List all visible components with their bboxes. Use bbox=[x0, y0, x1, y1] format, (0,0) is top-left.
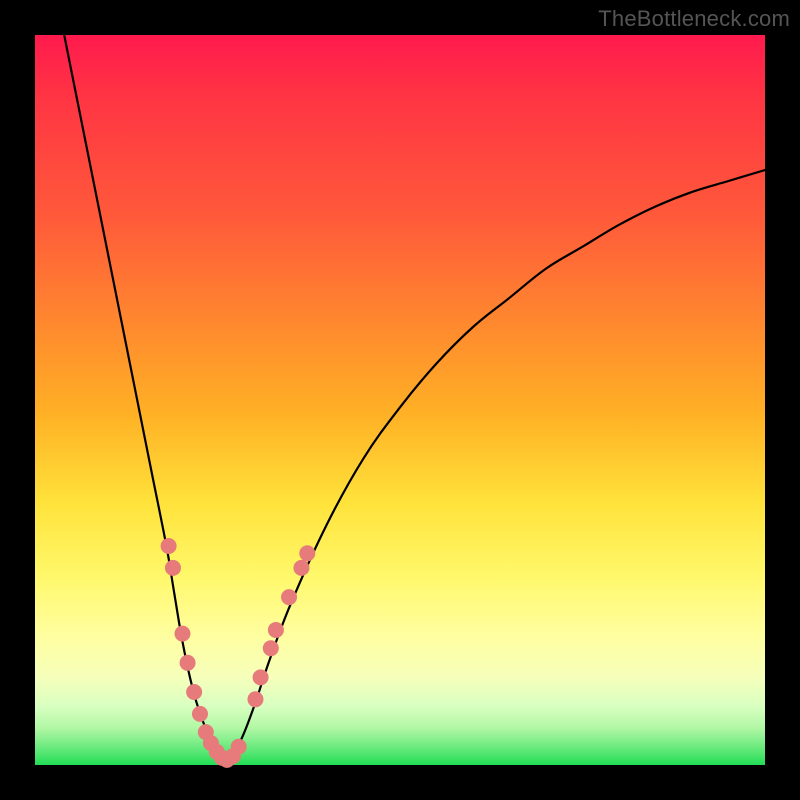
watermark-text: TheBottleneck.com bbox=[598, 6, 790, 32]
highlight-dot bbox=[299, 545, 315, 561]
highlight-dot bbox=[180, 655, 196, 671]
highlight-dot bbox=[263, 640, 279, 656]
highlight-dot bbox=[268, 622, 284, 638]
chart-frame: TheBottleneck.com bbox=[0, 0, 800, 800]
highlight-dot bbox=[165, 560, 181, 576]
series-left-curve bbox=[64, 35, 225, 761]
highlight-dot bbox=[231, 739, 247, 755]
highlight-dot bbox=[174, 626, 190, 642]
highlight-dot bbox=[253, 669, 269, 685]
curve-layer bbox=[35, 35, 765, 765]
highlight-dot bbox=[247, 691, 263, 707]
plot-area bbox=[35, 35, 765, 765]
highlight-dot bbox=[281, 589, 297, 605]
series-right-curve bbox=[225, 170, 765, 761]
highlight-dot bbox=[186, 684, 202, 700]
highlight-dot bbox=[161, 538, 177, 554]
highlight-dot bbox=[192, 706, 208, 722]
highlight-dot bbox=[293, 560, 309, 576]
